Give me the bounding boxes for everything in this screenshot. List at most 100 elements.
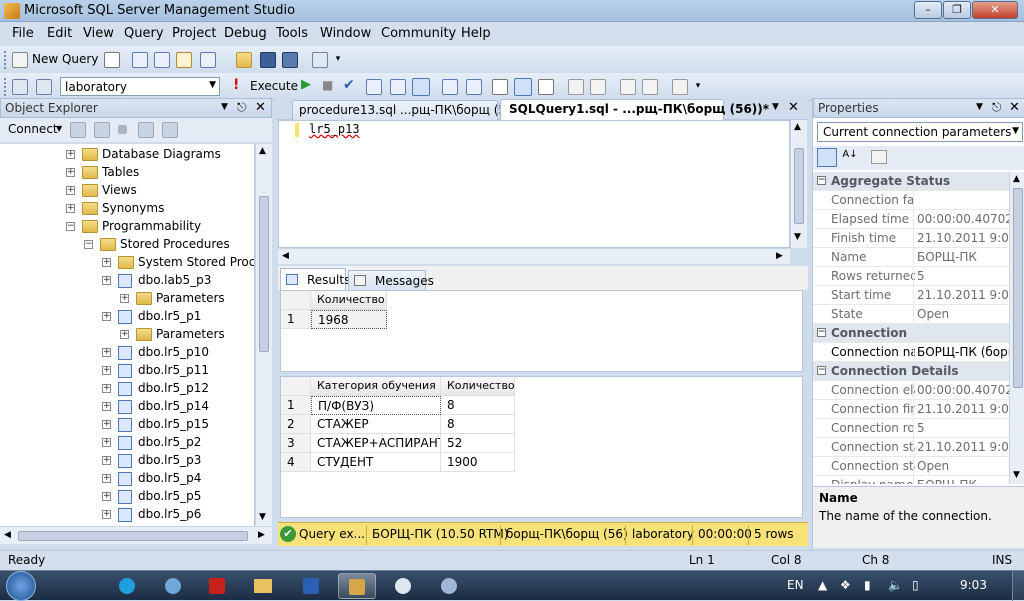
xmla-query-icon[interactable] (176, 52, 192, 68)
collapse-icon[interactable]: − (66, 222, 75, 231)
scroll-up-icon[interactable]: ▲ (1013, 174, 1020, 184)
taskbar-itunes-icon[interactable] (154, 573, 192, 599)
tree-item[interactable]: + Database Diagrams (0, 146, 254, 164)
client-stats-icon[interactable] (466, 79, 482, 95)
tree-item[interactable]: + System Stored Procedures (0, 254, 254, 272)
property-row[interactable]: Start time 21.10.2011 9:03:46 (813, 286, 1009, 305)
uncomment-icon[interactable] (590, 79, 606, 95)
expand-icon[interactable]: + (66, 186, 75, 195)
property-row[interactable]: Finish time 21.10.2011 9:03:47 (813, 229, 1009, 248)
tree-item[interactable]: + dbo.lr5_p14 (0, 398, 254, 416)
column-header[interactable]: Количество (441, 377, 515, 396)
property-row[interactable]: Connection fail (813, 191, 1009, 210)
tree-item[interactable]: + dbo.lr5_p3 (0, 452, 254, 470)
specify-values-icon[interactable] (672, 79, 688, 95)
menu-file[interactable]: File (12, 26, 34, 41)
database-engine-query-icon[interactable] (132, 52, 148, 68)
new-query-button[interactable]: New Query (32, 52, 98, 66)
disconnect-all-icon[interactable] (94, 122, 110, 138)
menu-project[interactable]: Project (172, 26, 216, 41)
property-row[interactable]: Connection stai21.10.2011 9:03:46 (813, 438, 1009, 457)
tree-item[interactable]: + dbo.lr5_p1 (0, 308, 254, 326)
expand-icon[interactable]: + (66, 204, 75, 213)
properties-scrollbar[interactable]: ▲ ▼ (1009, 172, 1024, 484)
alphabetical-icon[interactable]: A↓ (841, 149, 859, 166)
debug-play-icon[interactable]: ▶ (301, 77, 311, 92)
clock[interactable]: 9:03 (960, 578, 987, 592)
row-number[interactable]: 1 (281, 396, 311, 415)
analysis-query-icon[interactable] (154, 52, 170, 68)
database-select[interactable]: laboratory ▼ (60, 77, 220, 96)
editor-text[interactable]: lr5_p13 (309, 122, 360, 136)
chevron-down-icon[interactable]: ▼ (56, 124, 62, 133)
tree-item[interactable]: + dbo.lr5_p6 (0, 506, 254, 524)
chevron-down-icon[interactable]: ▼ (1012, 126, 1019, 136)
tree-item[interactable]: + Parameters (0, 290, 254, 308)
battery-icon[interactable]: ▯ (912, 578, 919, 592)
scroll-thumb[interactable] (259, 196, 269, 352)
menu-edit[interactable]: Edit (47, 26, 72, 41)
grid-cell[interactable]: 8 (441, 396, 515, 415)
property-row[interactable]: Connection statOpen (813, 457, 1009, 476)
expand-icon[interactable]: + (102, 348, 111, 357)
taskbar-explorer-icon[interactable] (244, 573, 282, 599)
property-pages-icon[interactable] (871, 150, 887, 164)
change-connection-icon[interactable] (36, 79, 52, 95)
scroll-down-icon[interactable]: ▼ (259, 512, 266, 522)
collapse-icon[interactable]: − (817, 176, 826, 185)
property-category[interactable]: − Connection (813, 324, 1009, 343)
tree-item[interactable]: + Views (0, 182, 254, 200)
messages-tab[interactable]: Messages (348, 270, 434, 290)
tree-item[interactable]: + dbo.lr5_p11 (0, 362, 254, 380)
connect-icon[interactable] (12, 79, 28, 95)
expand-icon[interactable]: + (102, 456, 111, 465)
scroll-up-icon[interactable]: ▲ (794, 122, 801, 132)
property-row[interactable]: Name БОРЩ-ПК (813, 248, 1009, 267)
property-row[interactable]: Rows returned 5 (813, 267, 1009, 286)
taskbar-lock-icon[interactable] (384, 573, 422, 599)
new-query-icon[interactable] (12, 52, 28, 68)
grid-cell[interactable]: 1968 (311, 310, 387, 329)
property-category[interactable]: − Aggregate Status (813, 172, 1009, 191)
menu-view[interactable]: View (83, 26, 114, 41)
taskbar-tool-icon[interactable] (430, 573, 468, 599)
grid-cell[interactable]: СТАЖЕР+АСПИРАНТ (311, 434, 441, 453)
tree-item[interactable]: + dbo.lr5_p15 (0, 416, 254, 434)
results-to-grid-icon[interactable] (412, 78, 430, 96)
property-row[interactable]: Connection elap00:00:00.4070233 (813, 381, 1009, 400)
property-row[interactable]: Connection nar БОРЩ-ПК (борщ (813, 343, 1009, 362)
taskbar-acrobat-icon[interactable] (198, 573, 236, 599)
menu-community[interactable]: Community (381, 26, 456, 41)
toolbar-grip[interactable] (4, 78, 7, 96)
cancel-query-icon[interactable]: ■ (322, 78, 333, 92)
expand-icon[interactable]: + (120, 294, 129, 303)
scroll-thumb[interactable] (18, 531, 248, 541)
tab-sqlquery1[interactable]: SQLQuery1.sql - ...рщ-ПК\борщ (56))* (500, 99, 769, 120)
activity-monitor-icon[interactable] (312, 52, 328, 68)
chevron-down-icon[interactable]: ▼ (209, 80, 216, 90)
menu-debug[interactable]: Debug (224, 26, 267, 41)
menu-help[interactable]: Help (461, 26, 491, 41)
expand-icon[interactable]: + (102, 384, 111, 393)
chevron-down-icon[interactable]: ▼ (221, 102, 228, 112)
results-tab[interactable]: Results (280, 268, 350, 290)
grid-cell[interactable]: П/Ф(ВУЗ) (311, 396, 441, 415)
language-indicator[interactable]: EN (787, 578, 804, 592)
column-header[interactable]: Категория обучения (311, 377, 441, 396)
connect-button[interactable]: Connect (8, 122, 58, 136)
chevron-down-icon[interactable]: ▼ (772, 102, 779, 112)
tree-item[interactable]: + dbo.lr5_p4 (0, 470, 254, 488)
mdx-query-icon[interactable] (200, 52, 216, 68)
expand-icon[interactable]: + (102, 420, 111, 429)
row-number[interactable]: 2 (281, 415, 311, 434)
property-row[interactable]: Display nameБОРЩ-ПК (813, 476, 1009, 484)
new-file-icon[interactable] (104, 52, 120, 68)
tree-item[interactable]: + dbo.lr5_p2 (0, 434, 254, 452)
display-plan-icon[interactable] (366, 79, 382, 95)
tree-horizontal-scrollbar[interactable]: ◀ ▶ (0, 526, 272, 544)
toolbar-overflow-icon[interactable]: ▾ (334, 54, 342, 68)
parse-icon[interactable]: ✔ (343, 77, 355, 93)
save-all-icon[interactable] (282, 52, 298, 68)
chevron-down-icon[interactable]: ▼ (976, 102, 983, 112)
grid-cell[interactable]: 8 (441, 415, 515, 434)
